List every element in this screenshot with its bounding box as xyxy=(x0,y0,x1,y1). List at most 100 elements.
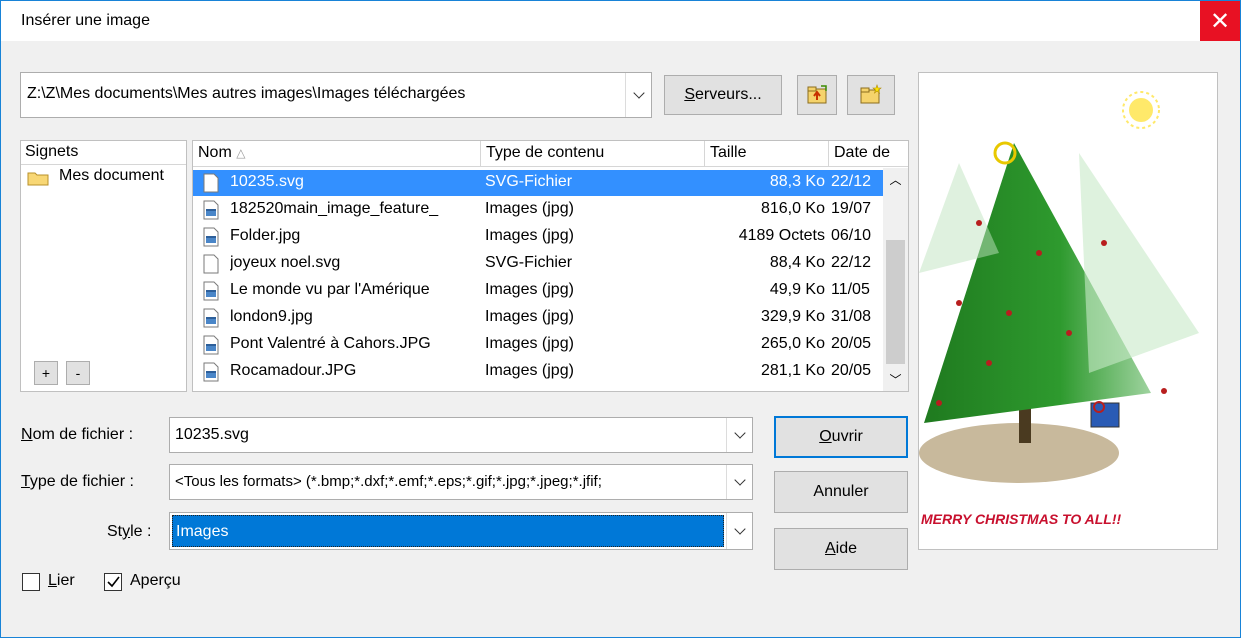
servers-label: erveurs... xyxy=(694,86,762,103)
filetype-combobox[interactable]: <Tous les formats> (*.bmp;*.dxf;*.emf;*.… xyxy=(169,464,753,500)
link-mnemonic: L xyxy=(48,572,57,589)
help-mnemonic: A xyxy=(824,540,836,557)
file-type: Images (jpg) xyxy=(485,335,574,352)
image-file-icon xyxy=(203,308,219,328)
chevron-down-icon xyxy=(733,427,746,439)
checkmark-icon xyxy=(107,576,120,588)
vertical-scrollbar[interactable]: ︿ ﹀ xyxy=(883,168,908,391)
file-row[interactable]: 182520main_image_feature_ Images (jpg) 816… xyxy=(193,197,883,223)
help-button[interactable]: Aide xyxy=(774,528,908,570)
chevron-down-icon xyxy=(733,474,746,486)
new-folder-icon xyxy=(860,84,882,104)
christmas-tree-preview-image xyxy=(919,91,1199,483)
file-size: 88,4 Ko xyxy=(769,254,825,271)
filename-combobox[interactable]: 10235.svg xyxy=(169,417,753,453)
style-combobox[interactable]: Images xyxy=(169,512,753,550)
servers-button[interactable]: Serveurs... xyxy=(664,75,782,115)
remove-bookmark-button[interactable]: - xyxy=(66,361,90,385)
filetype-dropdown-button[interactable] xyxy=(726,465,752,499)
style-dropdown-button[interactable] xyxy=(726,513,752,549)
file-date: 22/12 xyxy=(831,254,872,271)
file-row[interactable]: Folder.jpg Images (jpg) 4189 Octets 06/10 xyxy=(193,224,883,250)
up-folder-button[interactable] xyxy=(797,75,837,115)
filename-dropdown-button[interactable] xyxy=(726,418,752,452)
file-name: 182520main_image_feature_ xyxy=(230,200,439,217)
filetype-label-text: ype de fichier : xyxy=(29,473,134,490)
file-name: london9.jpg xyxy=(230,308,313,325)
file-size: 265,0 Ko xyxy=(760,335,825,352)
column-name-label: Nom xyxy=(198,144,232,161)
filename-input[interactable]: 10235.svg xyxy=(175,426,249,444)
file-size: 49,9 Ko xyxy=(769,281,825,298)
file-type: SVG-Fichier xyxy=(485,173,573,190)
open-button[interactable]: Ouvrir xyxy=(774,416,908,458)
filename-mnemonic: N xyxy=(21,426,33,443)
insert-image-dialog: Insérer une image ✕ Z:\Z\Mes documents\M… xyxy=(0,0,1241,638)
filename-label: Nom de fichier : xyxy=(21,426,133,444)
preview-caption: MERRY CHRISTMAS TO ALL!! xyxy=(921,511,1122,527)
column-header-type[interactable]: Type de contenu xyxy=(481,141,705,167)
help-label: ide xyxy=(835,540,858,557)
file-name: 10235.svg xyxy=(230,173,304,190)
style-mnemonic: y xyxy=(122,523,131,540)
file-date: 06/10 xyxy=(831,227,872,244)
file-type: Images (jpg) xyxy=(485,281,574,298)
file-size: 329,9 Ko xyxy=(760,308,825,325)
scroll-down-button[interactable]: ﹀ xyxy=(883,368,908,390)
chevron-down-icon xyxy=(632,87,645,99)
link-checkbox[interactable] xyxy=(22,573,40,591)
file-row[interactable]: joyeux noel.svg SVG-Fichier 88,4 Ko 22/12 xyxy=(193,251,883,277)
bookmark-label: Mes document xyxy=(59,167,164,184)
file-size: 4189 Octets xyxy=(738,227,825,244)
image-file-icon xyxy=(203,335,219,355)
file-name: Rocamadour.JPG xyxy=(230,362,357,379)
column-header-size[interactable]: Taille xyxy=(705,141,829,167)
bookmarks-header: Signets xyxy=(21,141,186,165)
svg-file-icon xyxy=(203,254,219,274)
sort-ascending-icon: △ xyxy=(236,146,246,160)
scroll-thumb[interactable] xyxy=(886,240,905,364)
file-row[interactable]: Pont Valentré à Cahors.JPG Images (jpg) 26… xyxy=(193,332,883,358)
column-header-name[interactable]: Nom △ xyxy=(193,141,481,167)
file-size: 816,0 Ko xyxy=(760,200,825,217)
close-button[interactable]: ✕ xyxy=(1200,1,1240,41)
file-rows: 10235.svg SVG-Fichier 88,3 Ko 22/12 182520ma… xyxy=(193,170,883,391)
style-value: Images xyxy=(176,523,229,540)
scroll-up-button[interactable]: ︿ xyxy=(883,168,908,190)
folder-up-icon xyxy=(807,85,827,104)
add-bookmark-button[interactable]: + xyxy=(34,361,58,385)
style-label-pre: St xyxy=(107,523,123,540)
file-type: Images (jpg) xyxy=(485,308,574,325)
sun-icon xyxy=(1122,91,1160,129)
preview-checkbox[interactable] xyxy=(104,573,122,591)
style-selected-highlight: Images xyxy=(172,515,724,547)
path-dropdown-button[interactable] xyxy=(625,73,651,117)
image-file-icon xyxy=(203,281,219,301)
bookmark-item[interactable]: Mes document xyxy=(23,166,185,190)
column-header-date[interactable]: Date de xyxy=(829,141,908,167)
cancel-button[interactable]: Annuler xyxy=(774,471,908,513)
file-date: 20/05 xyxy=(831,335,872,352)
file-name: Pont Valentré à Cahors.JPG xyxy=(230,335,431,352)
file-date: 22/12 xyxy=(831,173,872,190)
file-row[interactable]: 10235.svg SVG-Fichier 88,3 Ko 22/12 xyxy=(193,170,883,196)
file-list: Nom △ Type de contenu Taille Date de 102… xyxy=(192,140,909,392)
preview-label: Aperçu xyxy=(130,572,181,589)
servers-mnemonic: S xyxy=(684,86,695,103)
file-row[interactable]: Le monde vu par l'Amérique Images (jpg) 49… xyxy=(193,278,883,304)
file-date: 20/05 xyxy=(831,362,872,379)
path-combobox[interactable]: Z:\Z\Mes documents\Mes autres images\Ima… xyxy=(20,72,652,118)
file-date: 31/08 xyxy=(831,308,872,325)
dialog-title: Insérer une image xyxy=(21,12,150,29)
open-mnemonic: O xyxy=(819,428,832,445)
style-label-text: le : xyxy=(130,523,152,540)
file-row[interactable]: Rocamadour.JPG Images (jpg) 281,1 Ko 20/05 xyxy=(193,359,883,385)
filetype-value: <Tous les formats> (*.bmp;*.dxf;*.emf;*.… xyxy=(175,473,602,490)
file-row[interactable]: london9.jpg Images (jpg) 329,9 Ko 31/08 xyxy=(193,305,883,331)
bookmarks-panel: Signets Mes document + - xyxy=(20,140,187,392)
style-label: Style : xyxy=(107,523,151,541)
new-folder-button[interactable] xyxy=(847,75,895,115)
title-bar: Insérer une image ✕ xyxy=(1,1,1240,41)
file-type: SVG-Fichier xyxy=(485,254,573,271)
file-date: 11/05 xyxy=(831,281,870,298)
